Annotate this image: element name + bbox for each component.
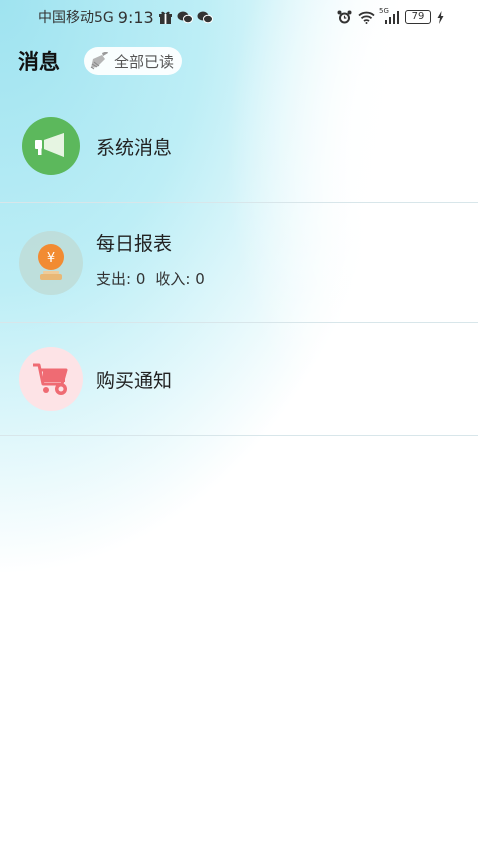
wechat-icon xyxy=(177,11,193,24)
message-list: 系统消息 ¥ 每日报表 支出: 0 收入: 0 购买通知 xyxy=(0,90,478,436)
report-summary: 支出: 0 收入: 0 xyxy=(96,268,205,289)
charging-icon xyxy=(437,10,444,24)
wechat-icon xyxy=(197,11,213,24)
message-title: 购买通知 xyxy=(96,369,173,392)
page-title: 消息 xyxy=(18,50,60,74)
carrier-label: 中国移动5G xyxy=(38,10,114,26)
shopping-cart-icon xyxy=(19,347,83,411)
message-item-text: 系统消息 xyxy=(96,133,172,160)
expense-group: 支出: 0 xyxy=(96,268,145,289)
battery-indicator: 79 xyxy=(405,10,431,24)
broom-icon xyxy=(90,52,110,70)
megaphone-icon xyxy=(22,117,80,175)
message-item-system[interactable]: 系统消息 xyxy=(0,90,478,203)
message-item-text: 每日报表 支出: 0 收入: 0 xyxy=(96,229,205,289)
svg-text:¥: ¥ xyxy=(47,251,55,266)
message-item-daily-report[interactable]: ¥ 每日报表 支出: 0 收入: 0 xyxy=(0,203,478,323)
message-item-text: 购买通知 xyxy=(96,366,172,393)
income-label: 收入: xyxy=(155,270,191,288)
status-right: 5G 79 xyxy=(337,7,444,25)
status-left: 中国移动5G 9:13 xyxy=(38,7,213,27)
status-bar: 中国移动5G 9:13 5G 79 xyxy=(0,0,478,34)
mark-all-read-label: 全部已读 xyxy=(114,53,175,71)
mark-all-read-button[interactable]: 全部已读 xyxy=(84,47,183,75)
message-item-purchase[interactable]: 购买通知 xyxy=(0,323,478,436)
income-value: 0 xyxy=(195,270,205,288)
gift-icon xyxy=(158,10,173,24)
expense-value: 0 xyxy=(135,270,146,288)
cellular-signal-icon: 5G xyxy=(379,7,399,24)
clock: 9:13 xyxy=(117,7,154,27)
network-type-label: 5G xyxy=(379,6,389,15)
alarm-icon xyxy=(337,10,352,25)
expense-label: 支出: xyxy=(96,270,132,288)
yuan-coin-icon: ¥ xyxy=(19,230,83,295)
header: 消息 全部已读 xyxy=(18,44,183,78)
message-title: 每日报表 xyxy=(96,233,173,255)
income-group: 收入: 0 xyxy=(155,268,204,289)
wifi-icon xyxy=(358,11,375,24)
message-title: 系统消息 xyxy=(96,136,173,159)
